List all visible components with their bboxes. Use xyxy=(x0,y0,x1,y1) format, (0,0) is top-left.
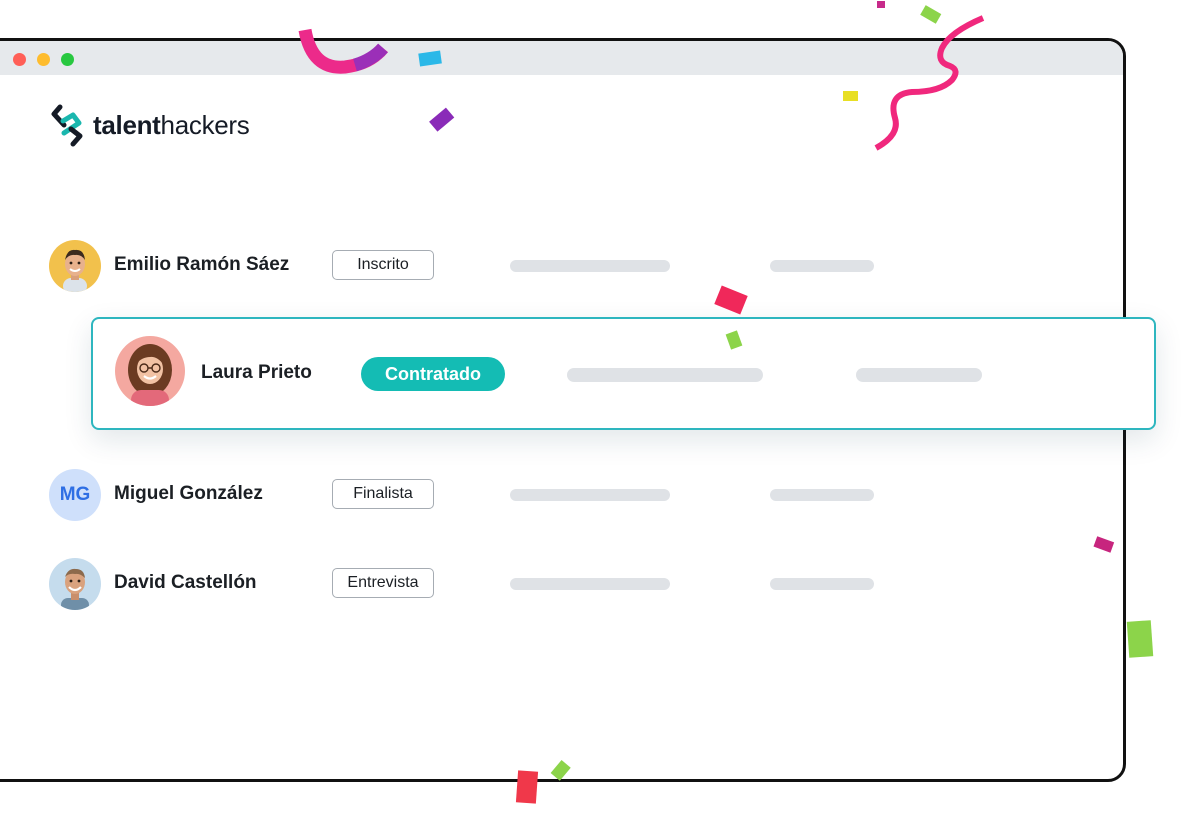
window-titlebar xyxy=(0,41,1123,75)
placeholder-bar xyxy=(510,578,670,590)
candidate-row[interactable]: Emilio Ramón Sáez Inscrito xyxy=(49,240,949,292)
placeholder-bar xyxy=(770,260,874,272)
placeholder-bar xyxy=(510,260,670,272)
maximize-window-button[interactable] xyxy=(61,53,74,66)
candidate-row[interactable]: David Castellón Entrevista xyxy=(49,558,949,610)
placeholder-bar xyxy=(856,368,982,382)
status-badge[interactable]: Entrevista xyxy=(332,568,434,598)
placeholder-bar xyxy=(510,489,670,501)
status-badge[interactable]: Inscrito xyxy=(332,250,434,280)
placeholder-bar xyxy=(770,578,874,590)
candidate-row[interactable]: MG Miguel González Finalista xyxy=(49,469,949,521)
talenthackers-logo-icon xyxy=(51,103,83,147)
candidate-name: David Castellón xyxy=(114,572,257,593)
brand-logo[interactable]: talenthackers xyxy=(51,103,250,147)
placeholder-bar xyxy=(770,489,874,501)
candidate-name: Emilio Ramón Sáez xyxy=(114,254,290,275)
candidate-name: Miguel González xyxy=(114,483,263,504)
brand-name: talenthackers xyxy=(93,110,250,141)
close-window-button[interactable] xyxy=(13,53,26,66)
avatar xyxy=(115,336,185,406)
avatar xyxy=(49,240,101,292)
status-badge[interactable]: Finalista xyxy=(332,479,434,509)
candidate-name: Laura Prieto xyxy=(201,362,312,383)
avatar xyxy=(49,558,101,610)
hired-candidate-card[interactable]: Laura Prieto Contratado xyxy=(91,317,1156,430)
brand-name-regular: hackers xyxy=(160,109,250,140)
avatar-initials: MG xyxy=(49,469,101,521)
hired-status-badge[interactable]: Contratado xyxy=(361,357,505,391)
brand-name-bold: talent xyxy=(93,109,161,140)
placeholder-bar xyxy=(567,368,763,382)
minimize-window-button[interactable] xyxy=(37,53,50,66)
